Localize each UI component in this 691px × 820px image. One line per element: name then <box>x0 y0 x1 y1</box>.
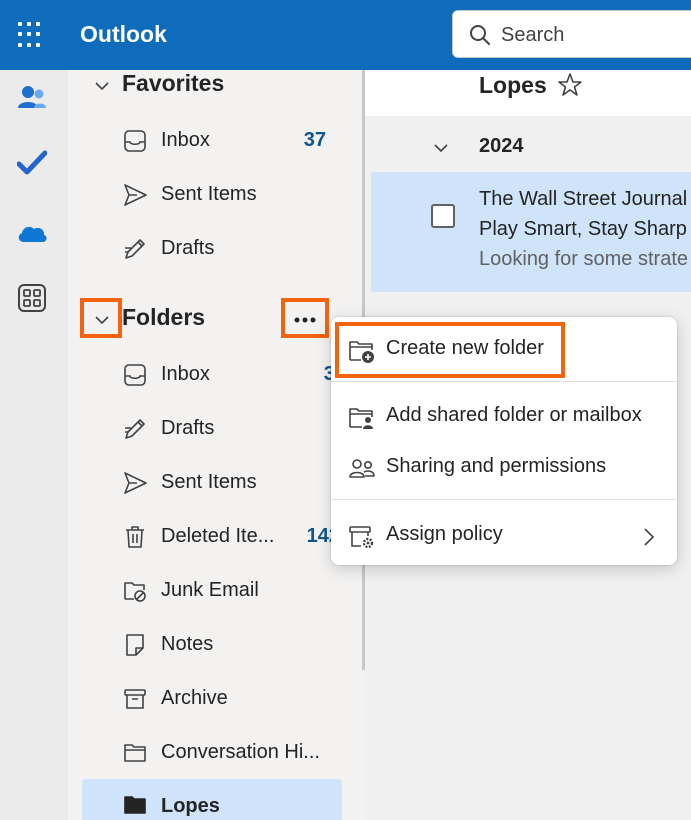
favorites-header[interactable]: Favorites <box>68 66 362 106</box>
pencil-icon <box>125 239 145 259</box>
favorites-item-drafts[interactable]: Drafts <box>82 227 342 271</box>
menu-item-add-shared-folder[interactable]: Add shared folder or mailbox <box>331 392 677 442</box>
favorites-item-inbox[interactable]: Inbox 37 <box>82 119 342 163</box>
people-icon <box>349 459 375 478</box>
unread-count: 37 <box>303 129 326 151</box>
item-label: Deleted Ite... <box>161 525 275 547</box>
app-title[interactable]: Outlook <box>80 21 167 48</box>
message-row[interactable]: The Wall Street Journal Play Smart, Stay… <box>371 172 691 292</box>
message-sender: The Wall Street Journal <box>479 188 688 210</box>
chevron-down-icon[interactable] <box>431 138 451 158</box>
date-group-label: 2024 <box>479 135 524 157</box>
item-label: Conversation Hi... <box>161 741 320 763</box>
archive-icon <box>124 689 146 709</box>
search-icon <box>470 25 490 45</box>
onedrive-icon[interactable] <box>16 217 48 249</box>
item-label: Inbox <box>161 129 210 151</box>
menu-divider <box>331 499 677 500</box>
people-icon[interactable] <box>16 82 48 114</box>
date-group-header[interactable]: 2024 <box>365 126 691 170</box>
note-icon <box>126 634 144 656</box>
item-label: Notes <box>161 633 214 655</box>
folder-item-notes[interactable]: Notes <box>82 623 342 667</box>
policy-settings-icon <box>349 526 374 549</box>
favorites-item-sent-items[interactable]: Sent Items <box>82 173 342 217</box>
item-label: Drafts <box>161 417 215 439</box>
inbox-icon <box>124 364 146 386</box>
trash-icon <box>126 526 144 548</box>
menu-divider <box>331 381 677 382</box>
folder-title: Lopes <box>479 72 547 98</box>
menu-item-sharing-and-permissions[interactable]: Sharing and permissions <box>331 443 677 493</box>
app-launcher-icon[interactable] <box>18 22 44 48</box>
item-label: Archive <box>161 687 228 709</box>
top-bar: Outlook Search <box>0 0 691 70</box>
app-rail <box>0 70 68 820</box>
junk-folder-icon <box>124 582 146 602</box>
folder-icon <box>124 744 146 762</box>
chevron-right-icon <box>644 528 655 546</box>
folder-item-conversation-history[interactable]: Conversation Hi... <box>82 731 342 775</box>
search-placeholder: Search <box>501 24 565 46</box>
folders-context-menu: Create new folder Add shared folder or m… <box>331 317 677 565</box>
folder-item-deleted-items[interactable]: Deleted Ite... 142 <box>82 515 342 559</box>
folder-item-junk-email[interactable]: Junk Email <box>82 569 342 613</box>
item-label: Sent Items <box>161 183 257 205</box>
item-label: Lopes <box>161 795 220 817</box>
menu-item-assign-policy[interactable]: Assign policy <box>331 511 677 561</box>
shared-folder-icon <box>349 408 373 429</box>
folder-item-archive[interactable]: Archive <box>82 677 342 721</box>
folder-item-drafts[interactable]: Drafts <box>82 407 342 451</box>
favorites-title: Favorites <box>122 70 225 96</box>
send-icon <box>124 472 147 494</box>
folders-title: Folders <box>122 304 206 330</box>
chevron-down-icon[interactable] <box>92 76 112 96</box>
menu-item-label: Sharing and permissions <box>386 455 607 477</box>
folder-icon <box>124 796 146 814</box>
search-box[interactable]: Search <box>452 10 691 58</box>
menu-item-label: Add shared folder or mailbox <box>386 404 642 426</box>
folder-item-lopes[interactable]: Lopes <box>82 779 342 820</box>
pencil-icon <box>125 419 145 439</box>
inbox-icon <box>124 130 146 152</box>
menu-item-label: Assign policy <box>386 523 503 545</box>
message-list-header: Lopes <box>365 70 691 116</box>
item-label: Junk Email <box>161 579 259 601</box>
highlight-box <box>281 298 329 338</box>
select-checkbox[interactable] <box>431 204 455 228</box>
more-apps-icon[interactable] <box>16 282 48 314</box>
folder-pane: Favorites Inbox 37 Sent Items Drafts Fol… <box>68 70 362 820</box>
send-icon <box>124 184 147 206</box>
item-label: Drafts <box>161 237 215 259</box>
folder-item-inbox[interactable]: Inbox 37 <box>82 353 346 397</box>
item-label: Sent Items <box>161 471 257 493</box>
folder-item-sent-items[interactable]: Sent Items <box>82 461 342 505</box>
highlight-box <box>335 322 565 378</box>
star-icon[interactable] <box>557 72 583 98</box>
message-preview: Looking for some strate <box>479 248 688 270</box>
message-subject: Play Smart, Stay Sharp : <box>479 218 691 240</box>
highlight-box <box>80 298 122 338</box>
todo-icon[interactable] <box>16 147 48 179</box>
item-label: Inbox <box>161 363 210 385</box>
